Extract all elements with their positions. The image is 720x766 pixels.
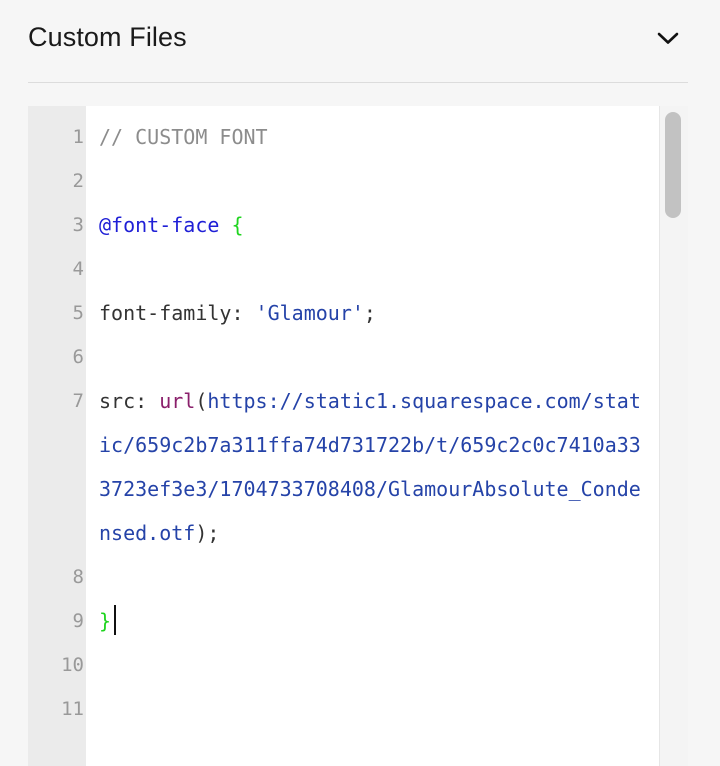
code-line[interactable]: 9} xyxy=(28,599,659,643)
code-token-func: url xyxy=(159,389,196,413)
line-number: 11 xyxy=(61,698,84,720)
line-content[interactable] xyxy=(86,335,659,379)
line-content[interactable] xyxy=(86,555,659,599)
line-content[interactable] xyxy=(86,159,659,203)
code-line[interactable]: 7 src: url(https://static1.squarespace.co… xyxy=(28,379,659,555)
line-number: 3 xyxy=(72,214,84,236)
text-cursor xyxy=(114,605,117,635)
code-token-brace: { xyxy=(231,213,244,237)
line-number: 1 xyxy=(72,126,84,148)
code-line[interactable]: 6 xyxy=(28,335,659,379)
code-line[interactable]: 4 xyxy=(28,247,659,291)
line-content[interactable]: // CUSTOM FONT xyxy=(86,115,659,159)
line-content[interactable]: @font-face { xyxy=(86,203,659,247)
line-number: 5 xyxy=(72,302,84,324)
line-number: 2 xyxy=(72,170,84,192)
code-token-brace: } xyxy=(99,609,112,633)
code-line[interactable]: 3 @font-face { xyxy=(28,203,659,247)
code-token-plain: src: xyxy=(99,389,160,413)
code-token-plain: ; xyxy=(363,301,376,325)
code-editor[interactable]: 1// CUSTOM FONT 2 3 @font-face {4 5 font-fami… xyxy=(28,106,688,766)
scrollbar-thumb[interactable] xyxy=(665,112,681,218)
line-content[interactable] xyxy=(86,687,659,731)
collapse-button[interactable] xyxy=(654,26,682,54)
custom-files-header[interactable]: Custom Files xyxy=(28,0,688,83)
line-content[interactable]: } xyxy=(86,599,659,643)
line-content[interactable] xyxy=(86,247,659,291)
code-line[interactable]: 5 font-family: 'Glamour'; xyxy=(28,291,659,335)
line-number: 10 xyxy=(61,654,84,676)
chevron-down-icon xyxy=(656,30,680,51)
panel-title: Custom Files xyxy=(28,22,187,52)
line-number: 8 xyxy=(72,566,84,588)
code-token-string: 'Glamour' xyxy=(255,301,364,325)
code-token-plain: ( xyxy=(195,389,208,413)
code-token-plain: font-family: xyxy=(99,301,256,325)
code-line[interactable]: 10 xyxy=(28,643,659,687)
line-content[interactable]: src: url(https://static1.squarespace.com… xyxy=(86,379,659,555)
code-token-comment: // CUSTOM FONT xyxy=(99,125,268,149)
line-number: 6 xyxy=(72,346,84,368)
code-line[interactable]: 1 // CUSTOM FONT xyxy=(28,115,659,159)
code-line[interactable]: 2 xyxy=(28,159,659,203)
line-content[interactable]: font-family: 'Glamour'; xyxy=(86,291,659,335)
line-number: 9 xyxy=(72,610,84,632)
code-token-atrule: @font-face xyxy=(99,213,220,237)
code-lines: 1// CUSTOM FONT 2 3 @font-face {4 5 font-fami… xyxy=(28,115,659,731)
line-number: 7 xyxy=(72,390,84,412)
code-line[interactable]: 11 xyxy=(28,687,659,731)
code-line[interactable]: 8 xyxy=(28,555,659,599)
line-content[interactable] xyxy=(86,643,659,687)
code-token-plain: ); xyxy=(195,521,220,545)
line-number: 4 xyxy=(72,258,84,280)
